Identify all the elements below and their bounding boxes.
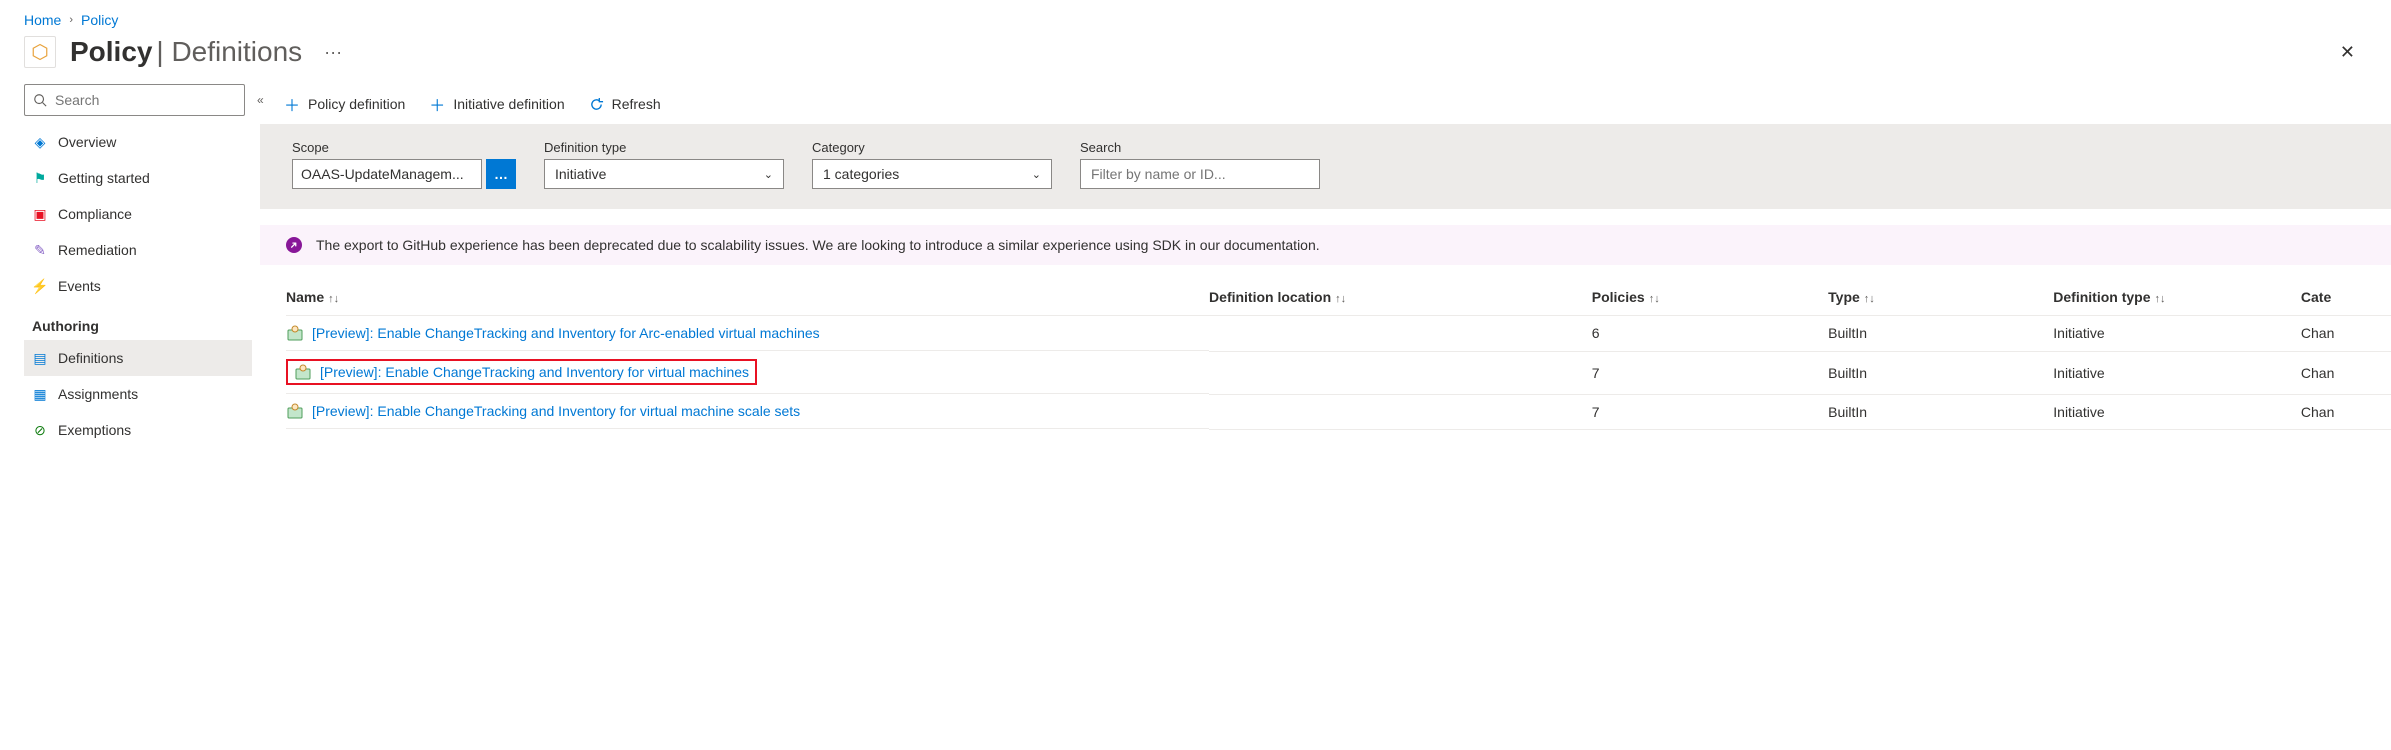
page-title-service: Policy: [70, 36, 152, 67]
column-location[interactable]: Definition location↑↓: [1209, 281, 1592, 316]
highlighted-definition: [Preview]: Enable ChangeTracking and Inv…: [286, 359, 757, 385]
cell-policies: 6: [1592, 316, 1828, 352]
cell-category: Chan: [2301, 394, 2391, 429]
filter-search-input[interactable]: [1080, 159, 1320, 189]
scope-display: OAAS-UpdateManagem...: [292, 159, 482, 189]
refresh-button[interactable]: Refresh: [589, 96, 661, 112]
definitions-table: Name↑↓ Definition location↑↓ Policies↑↓ …: [286, 281, 2391, 430]
column-policies[interactable]: Policies↑↓: [1592, 281, 1828, 316]
cell-deftype: Initiative: [2053, 351, 2301, 394]
sidebar-search[interactable]: [24, 84, 245, 116]
exemptions-icon: ⊘: [32, 422, 48, 438]
sort-icon: ↑↓: [1649, 293, 1660, 305]
definition-link[interactable]: [Preview]: Enable ChangeTracking and Inv…: [312, 403, 800, 419]
sidebar-item-assignments[interactable]: ▦Assignments: [24, 376, 252, 412]
column-category[interactable]: Cate: [2301, 281, 2391, 316]
chevron-down-icon: ⌄: [1032, 168, 1041, 181]
breadcrumb: Home › Policy: [0, 0, 2391, 32]
notice-text: The export to GitHub experience has been…: [316, 237, 1320, 253]
sidebar-item-definitions[interactable]: ▤Definitions: [24, 340, 252, 376]
initiative-icon: [286, 324, 304, 342]
definition-type-dropdown[interactable]: Initiative ⌄: [544, 159, 784, 189]
sidebar-item-exemptions[interactable]: ⊘Exemptions: [24, 412, 252, 448]
sidebar-item-events[interactable]: ⚡Events: [24, 268, 252, 304]
cell-category: Chan: [2301, 351, 2391, 394]
sort-icon: ↑↓: [1335, 293, 1346, 305]
sidebar-search-input[interactable]: [55, 92, 236, 108]
sidebar-item-getting-started[interactable]: ⚑Getting started: [24, 160, 252, 196]
cell-category: Chan: [2301, 316, 2391, 352]
breadcrumb-home[interactable]: Home: [24, 12, 61, 28]
breadcrumb-policy[interactable]: Policy: [81, 12, 118, 28]
initiative-icon: [286, 402, 304, 420]
add-initiative-definition-button[interactable]: ＋Initiative definition: [429, 92, 564, 116]
sidebar-section-authoring: Authoring: [24, 304, 252, 340]
chevron-right-icon: ›: [69, 14, 73, 26]
sidebar-item-remediation[interactable]: ✎Remediation: [24, 232, 252, 268]
policy-icon: [24, 36, 56, 68]
scope-picker-button[interactable]: …: [486, 159, 516, 189]
column-name[interactable]: Name↑↓: [286, 281, 1209, 316]
category-dropdown[interactable]: 1 categories ⌄: [812, 159, 1052, 189]
close-icon[interactable]: ✕: [2340, 42, 2367, 63]
search-label: Search: [1080, 140, 1320, 155]
cell-deftype: Initiative: [2053, 316, 2301, 352]
search-icon: [33, 93, 47, 107]
page-header: Policy | Definitions ··· ✕: [0, 32, 2391, 84]
scope-label: Scope: [292, 140, 516, 155]
cell-type: BuiltIn: [1828, 394, 2053, 429]
toolbar: ＋Policy definition ＋Initiative definitio…: [260, 84, 2391, 124]
page-title-page: Definitions: [171, 36, 302, 67]
chevron-down-icon: ⌄: [764, 168, 773, 181]
column-definition-type[interactable]: Definition type↑↓: [2053, 281, 2301, 316]
more-icon[interactable]: ···: [324, 42, 342, 63]
overview-icon: ◈: [32, 134, 48, 150]
deprecation-notice: ➜ The export to GitHub experience has be…: [260, 225, 2391, 265]
column-type[interactable]: Type↑↓: [1828, 281, 2053, 316]
compliance-icon: ▣: [32, 206, 48, 222]
cell-policies: 7: [1592, 394, 1828, 429]
table-row[interactable]: [Preview]: Enable ChangeTracking and Inv…: [286, 351, 2391, 394]
category-label: Category: [812, 140, 1052, 155]
filter-bar: Scope OAAS-UpdateManagem... … Definition…: [260, 124, 2391, 209]
remediation-icon: ✎: [32, 242, 48, 258]
cell-location: [1209, 316, 1592, 352]
info-icon: ➜: [286, 237, 302, 253]
sidebar: « ◈Overview ⚑Getting started ▣Compliance…: [0, 84, 260, 448]
plus-icon: ＋: [284, 92, 300, 116]
definitions-icon: ▤: [32, 350, 48, 366]
initiative-icon: [294, 363, 312, 381]
add-policy-definition-button[interactable]: ＋Policy definition: [284, 92, 405, 116]
table-row[interactable]: [Preview]: Enable ChangeTracking and Inv…: [286, 316, 2391, 352]
page-title: Policy | Definitions: [70, 36, 302, 68]
plus-icon: ＋: [429, 92, 445, 116]
cell-type: BuiltIn: [1828, 316, 2053, 352]
sort-icon: ↑↓: [2155, 293, 2166, 305]
definition-link[interactable]: [Preview]: Enable ChangeTracking and Inv…: [320, 364, 749, 380]
sort-icon: ↑↓: [1864, 293, 1875, 305]
main-content: ＋Policy definition ＋Initiative definitio…: [260, 84, 2391, 448]
definition-link[interactable]: [Preview]: Enable ChangeTracking and Inv…: [312, 325, 820, 341]
cell-deftype: Initiative: [2053, 394, 2301, 429]
refresh-icon: [589, 97, 604, 112]
cell-type: BuiltIn: [1828, 351, 2053, 394]
sidebar-item-compliance[interactable]: ▣Compliance: [24, 196, 252, 232]
cell-location: [1209, 351, 1592, 394]
sort-icon: ↑↓: [328, 293, 339, 305]
sidebar-item-overview[interactable]: ◈Overview: [24, 124, 252, 160]
cell-policies: 7: [1592, 351, 1828, 394]
events-icon: ⚡: [32, 278, 48, 294]
cell-location: [1209, 394, 1592, 429]
definition-type-label: Definition type: [544, 140, 784, 155]
table-row[interactable]: [Preview]: Enable ChangeTracking and Inv…: [286, 394, 2391, 429]
getting-started-icon: ⚑: [32, 170, 48, 186]
assignments-icon: ▦: [32, 386, 48, 402]
